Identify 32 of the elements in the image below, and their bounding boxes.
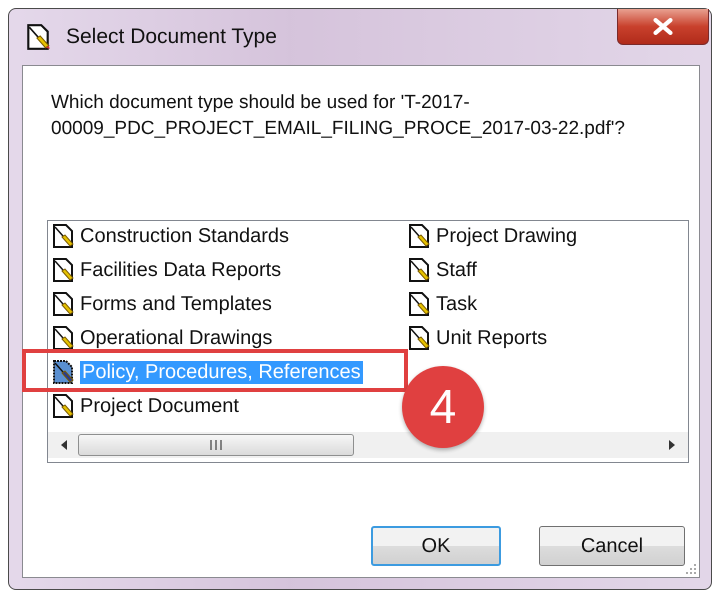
scroll-left-icon[interactable] — [60, 440, 68, 450]
list-item[interactable]: Unit Reports — [408, 323, 548, 353]
list-item[interactable]: Project Drawing — [408, 221, 578, 251]
close-icon — [652, 18, 674, 35]
list-item[interactable]: Operational Drawings — [52, 323, 272, 353]
document-pencil-icon — [52, 257, 74, 283]
document-pencil-icon — [408, 257, 430, 283]
document-pencil-icon — [408, 325, 430, 351]
list-item[interactable]: Project Document — [52, 391, 239, 421]
document-pencil-icon — [52, 359, 74, 385]
list-item[interactable]: Forms and Templates — [52, 289, 272, 319]
grip-icon — [210, 440, 222, 450]
close-button[interactable] — [617, 9, 709, 45]
document-pencil-icon — [408, 291, 430, 317]
scroll-thumb[interactable] — [78, 434, 354, 456]
list-item[interactable]: Task — [408, 289, 478, 319]
question-text: Which document type should be used for 'T-2017-00009_PDC_PROJECT_EMAIL_FILING_PROCE_2017-03-22.pdf'? — [51, 91, 626, 141]
list-item[interactable]: Construction Standards — [52, 221, 290, 251]
resize-grip-icon[interactable] — [685, 563, 697, 575]
list-item[interactable]: Facilities Data Reports — [52, 255, 282, 285]
ok-button[interactable]: OK — [371, 526, 501, 566]
cancel-button[interactable]: Cancel — [539, 526, 685, 566]
document-pencil-icon — [52, 393, 74, 419]
window-title: Select Document Type — [66, 25, 277, 49]
document-pencil-icon — [408, 223, 430, 249]
horizontal-scrollbar[interactable] — [48, 432, 688, 458]
document-pencil-icon — [26, 23, 50, 51]
document-pencil-icon — [52, 291, 74, 317]
list-item[interactable]: Staff — [408, 255, 477, 285]
scroll-right-icon[interactable] — [668, 440, 676, 450]
document-pencil-icon — [52, 325, 74, 351]
document-pencil-icon — [52, 223, 74, 249]
